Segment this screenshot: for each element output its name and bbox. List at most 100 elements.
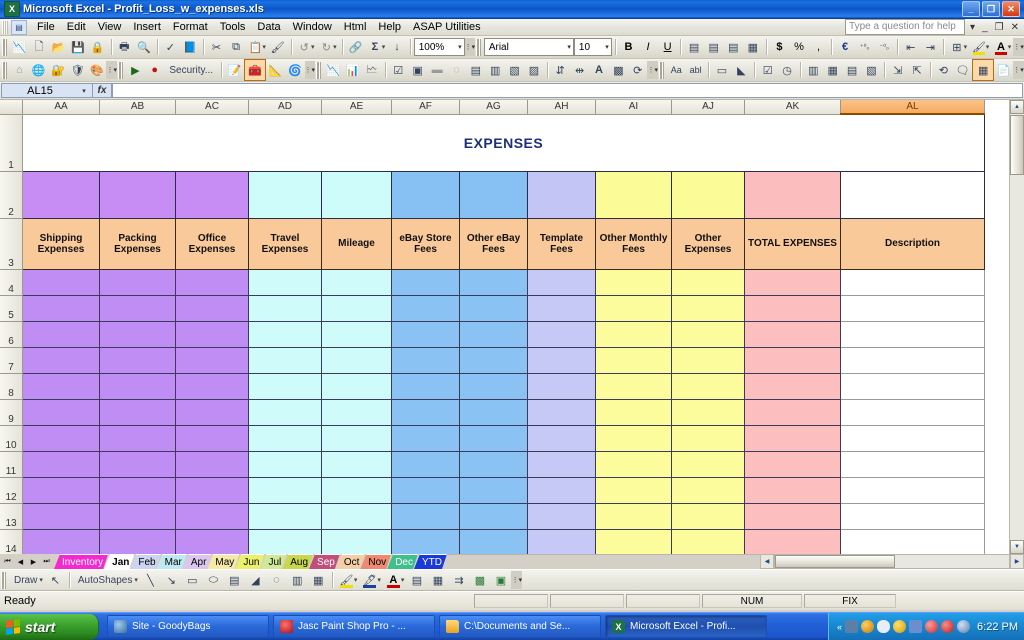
- cell-mileage-11[interactable]: [321, 450, 392, 478]
- chevron-down-icon[interactable]: ▾: [78, 87, 90, 95]
- menu-item-asap-utilities[interactable]: ASAP Utilities: [407, 20, 487, 34]
- bold-icon[interactable]: B: [619, 37, 639, 57]
- security-warning-icon[interactable]: ●: [145, 60, 164, 80]
- start-button[interactable]: start: [0, 613, 99, 640]
- header-office-expenses[interactable]: Office Expenses: [175, 217, 249, 270]
- cell-other-monthly-5[interactable]: [595, 294, 672, 322]
- cell-other-ebay-9[interactable]: [459, 398, 528, 426]
- chart-toolbar-handle[interactable]: [316, 61, 321, 79]
- formatting-toolbar-handle[interactable]: [476, 38, 481, 56]
- cell-description-5[interactable]: [840, 294, 985, 322]
- oval-icon[interactable]: ⬭: [203, 570, 224, 590]
- cell-template-6[interactable]: [527, 320, 596, 348]
- cell-shipping-11[interactable]: [22, 450, 100, 478]
- cell-office-9[interactable]: [175, 398, 249, 426]
- hscroll-left-button[interactable]: ◀: [760, 554, 774, 569]
- check-icon[interactable]: ☑: [758, 60, 777, 80]
- draw-menu-button[interactable]: Draw: [9, 570, 42, 590]
- image-control-icon[interactable]: ▩: [609, 60, 628, 80]
- cell-shipping-9[interactable]: [22, 398, 100, 426]
- row-header-3[interactable]: 3: [0, 218, 23, 270]
- header-total-expenses[interactable]: TOTAL EXPENSES: [744, 217, 841, 270]
- arrow-icon[interactable]: ↘: [161, 570, 182, 590]
- cell-other-ebay-10[interactable]: [459, 424, 528, 452]
- cell-total-14[interactable]: [744, 528, 841, 554]
- paste-icon[interactable]: 📋: [246, 37, 266, 57]
- cell-travel-12[interactable]: [248, 476, 322, 504]
- band-cell-packing[interactable]: [99, 170, 176, 219]
- run-macro-icon[interactable]: ▶: [126, 60, 145, 80]
- increase-decimal-icon[interactable]: ⁺⁰₀: [855, 37, 875, 57]
- vb-toolbar-handle[interactable]: [118, 61, 123, 79]
- dash-style-icon[interactable]: ▦: [427, 570, 448, 590]
- hyperlink-icon[interactable]: 🔗: [346, 37, 366, 57]
- cell-packing-13[interactable]: [99, 502, 176, 530]
- band-cell-shipping[interactable]: [22, 170, 100, 219]
- list-control-icon[interactable]: ▤: [466, 60, 485, 80]
- visual-basic-editor-icon[interactable]: 📝: [225, 60, 244, 80]
- globe-icon[interactable]: [861, 620, 875, 633]
- cell-template-7[interactable]: [527, 346, 596, 374]
- cell-packing-14[interactable]: [99, 528, 176, 554]
- horizontal-scrollbar[interactable]: [774, 554, 1010, 569]
- cell-packing-8[interactable]: [99, 372, 176, 400]
- table-left-icon[interactable]: ▥: [804, 60, 823, 80]
- row-header-13[interactable]: 13: [0, 503, 23, 530]
- cell-template-9[interactable]: [527, 398, 596, 426]
- cell-other-ebay-12[interactable]: [459, 476, 528, 504]
- font-color-icon[interactable]: A: [991, 37, 1011, 57]
- chevron-down-icon[interactable]: ▾: [602, 43, 609, 51]
- zoom-combo[interactable]: 100% ▾: [413, 38, 465, 56]
- column-header-AJ[interactable]: AJ: [671, 100, 745, 115]
- text-label-icon[interactable]: abl: [686, 60, 705, 80]
- italic-icon[interactable]: I: [638, 37, 658, 57]
- align-center-icon[interactable]: ▤: [704, 37, 724, 57]
- shield-icon[interactable]: 🛡: [68, 60, 87, 80]
- cell-mileage-5[interactable]: [321, 294, 392, 322]
- messenger-icon[interactable]: [893, 620, 907, 633]
- cell-description-6[interactable]: [840, 320, 985, 348]
- line-style-icon[interactable]: ▤: [406, 570, 427, 590]
- cell-mileage-10[interactable]: [321, 424, 392, 452]
- close-button[interactable]: ✕: [1002, 1, 1020, 17]
- control-toolbox-icon[interactable]: 🧰: [244, 59, 266, 81]
- cell-packing-12[interactable]: [99, 476, 176, 504]
- band-cell-mileage[interactable]: [321, 170, 392, 219]
- sheet-tab-apr[interactable]: Apr: [183, 554, 212, 569]
- merge-cells-icon[interactable]: ▦: [743, 37, 763, 57]
- chart-wizard-icon[interactable]: 📊: [343, 60, 362, 80]
- sheet-tab-mar[interactable]: Mar: [157, 554, 187, 569]
- cell-other-monthly-6[interactable]: [595, 320, 672, 348]
- cell-travel-8[interactable]: [248, 372, 322, 400]
- menu-drag-handle[interactable]: [2, 20, 8, 34]
- sheet-tab-jan[interactable]: Jan: [104, 554, 134, 569]
- cell-shipping-13[interactable]: [22, 502, 100, 530]
- cell-travel-5[interactable]: [248, 294, 322, 322]
- fill-color-icon[interactable]: 🖌: [336, 570, 357, 590]
- underline-icon[interactable]: U: [658, 37, 678, 57]
- cell-other-monthly-13[interactable]: [595, 502, 672, 530]
- cell-shipping-5[interactable]: [22, 294, 100, 322]
- cell-other-expenses-5[interactable]: [671, 294, 745, 322]
- sheet-tab-dec[interactable]: Dec: [387, 554, 418, 569]
- band-cell-total[interactable]: [744, 170, 841, 219]
- menu-item-file[interactable]: File: [31, 20, 61, 34]
- column-header-AG[interactable]: AG: [459, 100, 528, 115]
- row-header-7[interactable]: 7: [0, 347, 23, 374]
- header-template-fees[interactable]: Template Fees: [527, 217, 596, 270]
- ask-a-question-input[interactable]: Type a question for help: [845, 19, 966, 35]
- cell-template-4[interactable]: [527, 268, 596, 296]
- table-merge-icon[interactable]: ▧: [862, 60, 881, 80]
- column-header-AD[interactable]: AD: [248, 100, 322, 115]
- font-size-combo[interactable]: 10 ▾: [573, 38, 612, 56]
- cell-description-14[interactable]: [840, 528, 985, 554]
- cell-other-monthly-12[interactable]: [595, 476, 672, 504]
- cell-description-8[interactable]: [840, 372, 985, 400]
- menu-item-format[interactable]: Format: [167, 20, 214, 34]
- cell-other-monthly-4[interactable]: [595, 268, 672, 296]
- copy-icon[interactable]: ⧉: [226, 37, 246, 57]
- band-cell-office[interactable]: [175, 170, 249, 219]
- band-cell-other-ebay[interactable]: [459, 170, 528, 219]
- cell-template-10[interactable]: [527, 424, 596, 452]
- cell-travel-6[interactable]: [248, 320, 322, 348]
